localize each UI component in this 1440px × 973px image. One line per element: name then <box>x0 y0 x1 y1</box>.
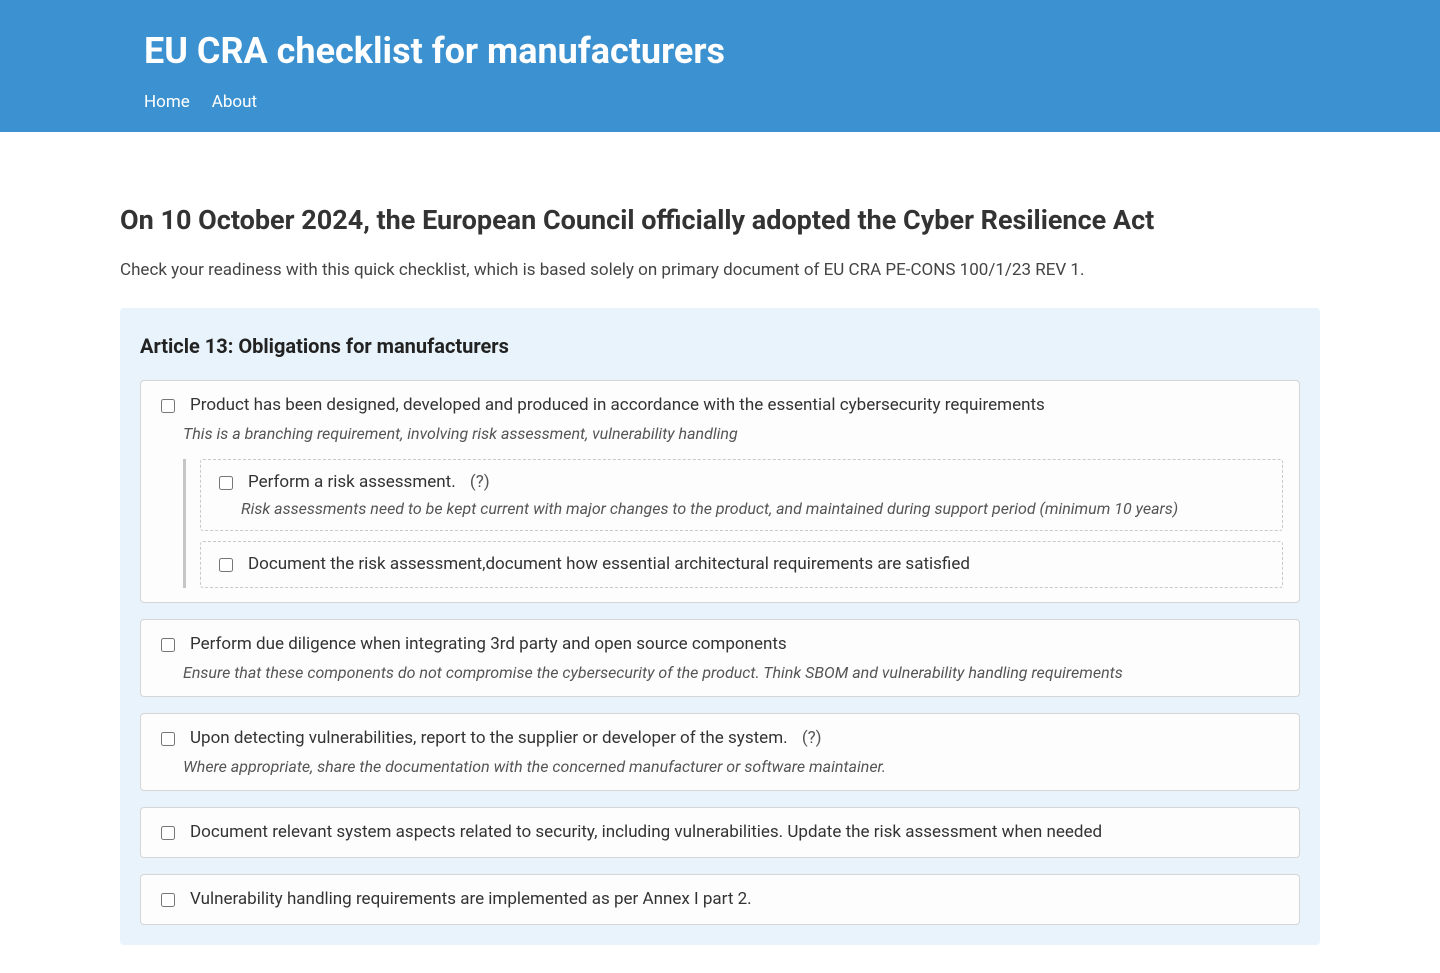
checklist-item-label: Perform due diligence when integrating 3… <box>190 634 787 654</box>
checklist-item: Document relevant system aspects related… <box>140 807 1300 858</box>
checklist-checkbox[interactable] <box>161 732 175 746</box>
main-content: On 10 October 2024, the European Council… <box>120 164 1320 973</box>
checklist-subitem: Perform a risk assessment. (?) Risk asse… <box>200 459 1283 531</box>
checklist-subitem: Document the risk assessment,document ho… <box>200 541 1283 588</box>
main-nav: Home About <box>144 92 1296 112</box>
checklist-item-note: Where appropriate, share the documentati… <box>183 757 1283 776</box>
checklist-subitem-label: Perform a risk assessment. <box>248 472 456 492</box>
checklist-item-label: Vulnerability handling requirements are … <box>190 889 752 909</box>
checklist-item: Product has been designed, developed and… <box>140 380 1300 603</box>
checklist-item: Perform due diligence when integrating 3… <box>140 619 1300 697</box>
checklist-checkbox[interactable] <box>161 638 175 652</box>
checklist-checkbox[interactable] <box>219 476 233 490</box>
checklist-checkbox[interactable] <box>161 399 175 413</box>
checklist-subitem-label: Document the risk assessment,document ho… <box>248 554 970 574</box>
nav-home[interactable]: Home <box>144 92 190 112</box>
checklist-sublist: Perform a risk assessment. (?) Risk asse… <box>183 459 1283 588</box>
checklist-item-note: Ensure that these components do not comp… <box>183 663 1283 682</box>
help-icon[interactable]: (?) <box>802 728 822 748</box>
article-title: Article 13: Obligations for manufacturer… <box>140 334 1300 358</box>
site-title: EU CRA checklist for manufacturers <box>144 30 1296 72</box>
checklist-item-label: Document relevant system aspects related… <box>190 822 1102 842</box>
checklist-checkbox[interactable] <box>219 558 233 572</box>
checklist-item-label: Product has been designed, developed and… <box>190 395 1045 415</box>
help-icon[interactable]: (?) <box>470 472 490 492</box>
page-heading: On 10 October 2024, the European Council… <box>120 204 1320 238</box>
nav-about[interactable]: About <box>212 92 257 112</box>
checklist-subitem-note: Risk assessments need to be kept current… <box>241 499 1268 518</box>
checklist-item-note: This is a branching requirement, involvi… <box>183 424 1283 443</box>
page-subtext: Check your readiness with this quick che… <box>120 260 1320 280</box>
article-block: Article 13: Obligations for manufacturer… <box>120 308 1320 945</box>
site-header: EU CRA checklist for manufacturers Home … <box>0 0 1440 132</box>
checklist-item-label: Upon detecting vulnerabilities, report t… <box>190 728 788 748</box>
checklist-item: Vulnerability handling requirements are … <box>140 874 1300 925</box>
checklist-checkbox[interactable] <box>161 826 175 840</box>
checklist-item: Upon detecting vulnerabilities, report t… <box>140 713 1300 791</box>
